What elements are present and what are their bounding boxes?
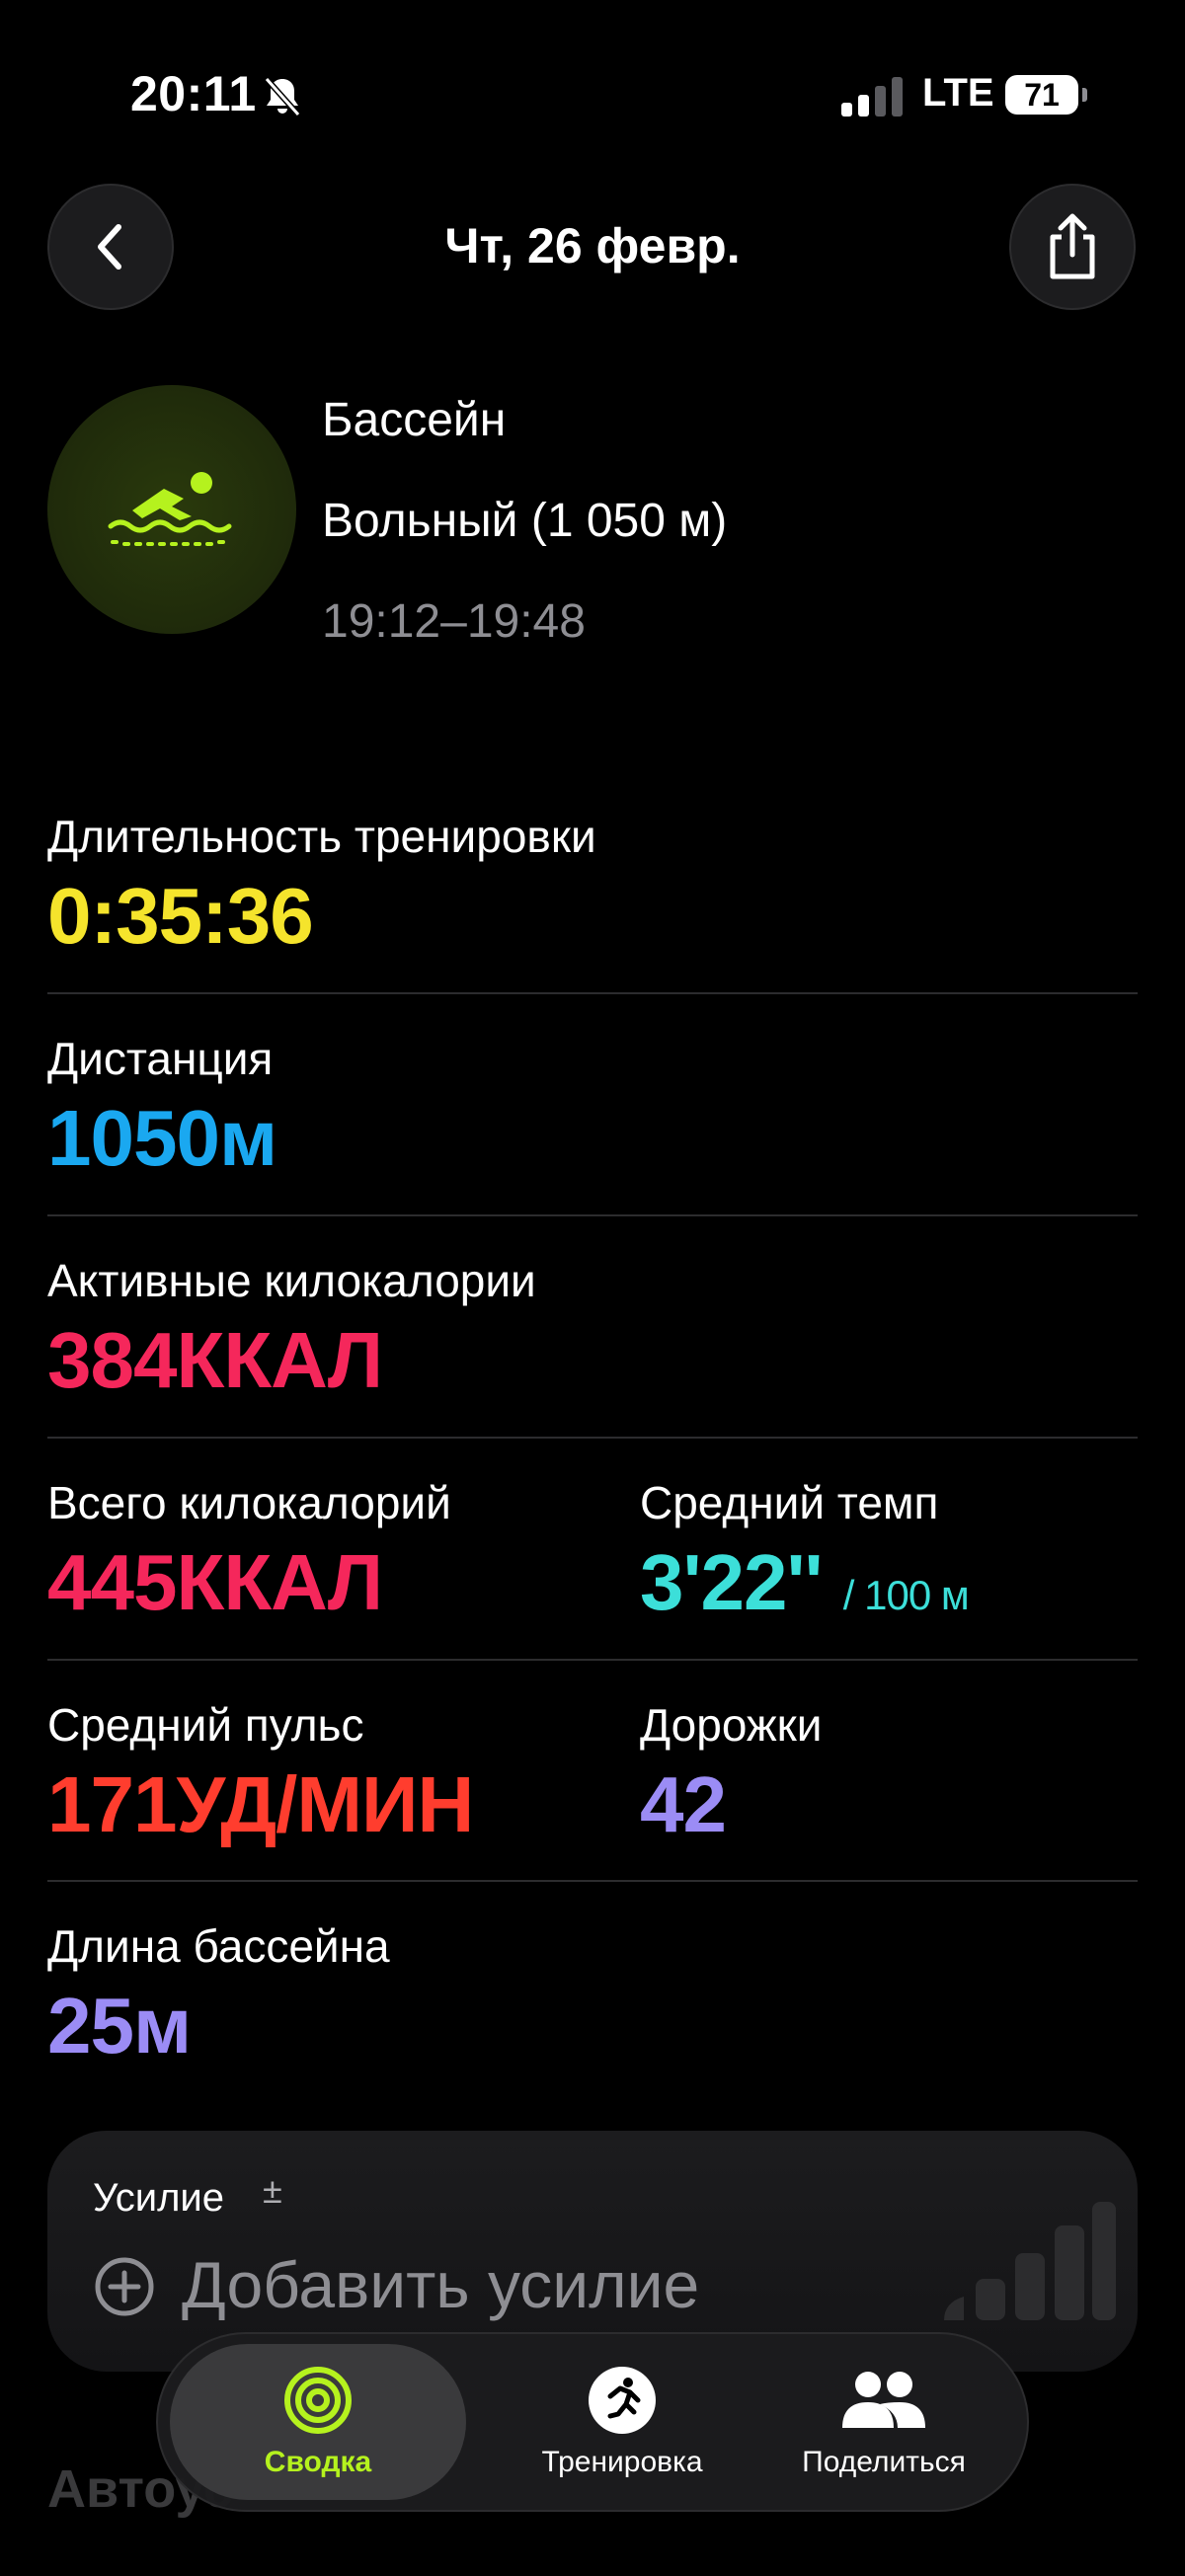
tab-share-label: Поделиться xyxy=(802,2446,966,2478)
avg-pace-unit: / 100 м xyxy=(842,1572,970,1618)
avg-hr-value: 171УД/МИН xyxy=(47,1765,474,1844)
active-kcal-label: Активные килокалории xyxy=(47,1255,536,1306)
pool-length-value: 25м xyxy=(47,1987,192,2066)
divider xyxy=(47,1659,1138,1661)
page-title: Чт, 26 февр. xyxy=(444,218,741,273)
chevron-left-icon xyxy=(98,224,121,270)
pool-length-label: Длина бассейна xyxy=(47,1920,390,1972)
avg-hr-number: 171 xyxy=(47,1760,177,1848)
pool-length-unit: м xyxy=(132,1982,192,2069)
divider xyxy=(47,1437,1138,1439)
avg-pace-value: 3'22'' / 100 м xyxy=(640,1543,970,1622)
divider xyxy=(47,1214,1138,1216)
workout-stroke: Вольный (1 050 м) xyxy=(322,495,728,547)
laps-label: Дорожки xyxy=(640,1699,823,1751)
effort-meter-icon xyxy=(944,2202,1116,2320)
total-kcal-label: Всего килокалорий xyxy=(47,1477,451,1528)
total-kcal-value: 445ККАЛ xyxy=(47,1543,383,1622)
active-kcal-unit: ККАЛ xyxy=(176,1316,383,1404)
divider xyxy=(47,1880,1138,1882)
total-kcal-number: 445 xyxy=(47,1538,177,1626)
avg-pace-label: Средний темп xyxy=(640,1477,939,1528)
effort-label: Усилие xyxy=(93,2176,225,2220)
people-icon xyxy=(842,2372,925,2428)
avg-hr-unit: УД/МИН xyxy=(176,1760,474,1848)
plus-circle-icon[interactable] xyxy=(93,2255,156,2318)
status-time: 20:11 xyxy=(130,66,257,121)
activity-rings-icon xyxy=(284,2367,352,2434)
distance-number: 1050 xyxy=(47,1094,220,1182)
battery-indicator: 71 xyxy=(1005,75,1087,115)
distance-label: Дистанция xyxy=(47,1033,274,1084)
share-icon xyxy=(1050,213,1095,279)
network-type: LTE xyxy=(922,71,994,115)
duration-value: 0:35:36 xyxy=(47,872,314,960)
swimming-icon xyxy=(108,472,232,546)
distance-value: 1050м xyxy=(47,1099,277,1178)
workout-time-range: 19:12–19:48 xyxy=(322,595,586,648)
active-kcal-value: 384ККАЛ xyxy=(47,1321,383,1400)
share-button[interactable] xyxy=(1009,184,1136,310)
tab-share[interactable]: Поделиться xyxy=(750,2344,1017,2500)
back-button[interactable] xyxy=(47,184,174,310)
duration-label: Длительность тренировки xyxy=(47,811,596,862)
tab-summary[interactable]: Сводка xyxy=(170,2344,466,2500)
pool-length-number: 25 xyxy=(47,1982,134,2069)
bell-slash-icon xyxy=(264,77,301,117)
tab-workout-label: Тренировка xyxy=(541,2446,703,2478)
tab-summary-label: Сводка xyxy=(264,2446,372,2478)
runner-icon xyxy=(589,2367,656,2434)
workout-type-badge xyxy=(47,385,296,634)
avg-pace-number: 3'22'' xyxy=(640,1538,824,1626)
active-kcal-number: 384 xyxy=(47,1316,177,1404)
total-kcal-unit: ККАЛ xyxy=(176,1538,383,1626)
cellular-signal-icon xyxy=(841,77,903,117)
tab-bar: Сводка Тренировка Поделиться xyxy=(156,2332,1029,2512)
workout-name: Бассейн xyxy=(322,394,507,446)
distance-unit: м xyxy=(218,1094,277,1182)
battery-level: 71 xyxy=(1024,76,1060,113)
add-effort-button[interactable]: Добавить усилие xyxy=(182,2247,699,2322)
tab-workout[interactable]: Тренировка xyxy=(494,2344,750,2500)
avg-hr-label: Средний пульс xyxy=(47,1699,364,1751)
laps-value: 42 xyxy=(640,1760,727,1848)
divider xyxy=(47,992,1138,994)
effort-info-icon: ± xyxy=(263,2170,282,2211)
